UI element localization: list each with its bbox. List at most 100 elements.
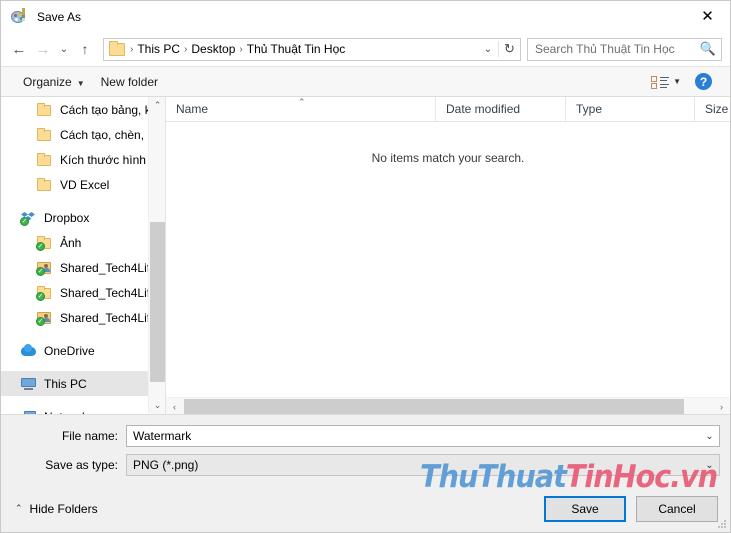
onedrive-icon [21,343,39,358]
shared-folder-icon: ✓ [36,310,55,326]
title-bar: Save As ✕ [1,1,730,32]
file-form-area: File name: Watermark ⌄ Save as type: PNG… [1,414,730,484]
file-list-horizontal-scrollbar[interactable]: ‹ › [166,397,730,414]
file-list-pane: Name ⌃ Date modified Type Size No items … [166,97,730,414]
column-label: Size [705,102,729,116]
new-folder-button[interactable]: New folder [93,71,166,93]
view-dropdown-caret[interactable]: ▼ [673,77,681,86]
column-header-size[interactable]: Size [695,97,730,121]
close-icon: ✕ [701,8,714,25]
save-as-dialog: Save As ✕ ← → ⌄ ↑ › This PC › Desktop › … [0,0,731,533]
breadcrumb-current-folder[interactable]: Thủ Thuật Tin Học [244,42,349,56]
search-icon: 🔍 [699,41,716,56]
folder-icon [37,102,55,117]
folder-tree: Cách tạo bảng, k Cách tạo, chèn, Kích th… [1,97,148,414]
shared-folder-icon: ✓ [36,260,55,276]
sidebar-item-label: Network [44,410,88,415]
sidebar-item-dropbox[interactable]: ✓ Dropbox [1,205,148,230]
folder-sync-icon: ✓ [36,285,55,301]
navigation-pane: Cách tạo bảng, k Cách tạo, chèn, Kích th… [1,97,166,414]
sidebar-item-folder-1[interactable]: Cách tạo bảng, k [1,97,148,122]
sidebar-vertical-scrollbar[interactable]: ⌃ ⌄ [148,97,165,414]
recent-locations-button[interactable]: ⌄ [55,37,73,61]
column-header-name[interactable]: Name ⌃ [166,97,436,121]
horizontal-scroll-thumb[interactable] [184,399,684,414]
search-input[interactable]: Search Thủ Thuật Tin Học [535,42,700,56]
folder-icon [109,40,125,56]
network-icon [21,409,39,414]
folder-icon [37,127,55,142]
sidebar-item-anh[interactable]: ✓ Ảnh [1,230,148,255]
chevron-up-icon: ⌃ [15,503,23,513]
column-header-type[interactable]: Type [566,97,695,121]
breadcrumb-desktop[interactable]: Desktop [188,42,238,56]
file-name-row: File name: Watermark ⌄ [11,425,720,447]
refresh-icon[interactable]: ↻ [498,41,520,57]
scroll-left-icon[interactable]: ‹ [166,398,183,415]
cancel-button[interactable]: Cancel [636,495,718,522]
chevron-down-icon[interactable]: ⌄ [478,44,498,55]
organize-button[interactable]: Organize ▼ [15,71,93,93]
save-as-type-label: Save as type: [45,458,118,472]
address-bar[interactable]: › This PC › Desktop › Thủ Thuật Tin Học … [103,37,521,61]
sidebar-item-folder-2[interactable]: Cách tạo, chèn, [1,122,148,147]
close-button[interactable]: ✕ [685,1,730,32]
help-button[interactable]: ? [695,73,712,90]
search-box[interactable]: Search Thủ Thuật Tin Học 🔍 [527,37,722,61]
sidebar-item-label: OneDrive [44,343,95,358]
scroll-right-icon[interactable]: › [713,398,730,415]
organize-label: Organize [23,74,72,89]
column-label: Name [176,102,209,116]
forward-button[interactable]: → [31,37,55,61]
sidebar-item-onedrive[interactable]: OneDrive [1,338,148,363]
sidebar-item-label: Kích thước hình [60,152,146,167]
folder-icon [37,152,55,167]
sidebar-scroll-thumb[interactable] [150,222,165,382]
change-view-icon[interactable] [651,75,670,89]
empty-state-message: No items match your search. [371,151,525,165]
folder-icon [37,177,55,192]
hide-folders-button[interactable]: ⌃ Hide Folders [15,502,98,516]
dropbox-icon: ✓ [20,210,39,226]
scroll-up-icon[interactable]: ⌃ [149,97,165,114]
sidebar-item-shared-3[interactable]: ✓ Shared_Tech4Lif [1,305,148,330]
sidebar-item-this-pc[interactable]: This PC [1,371,148,396]
command-toolbar: Organize ▼ New folder ▼ ? [1,66,730,97]
this-pc-icon [21,376,39,391]
up-one-level-button[interactable]: ↑ [73,37,97,61]
sidebar-item-folder-3[interactable]: Kích thước hình [1,147,148,172]
breadcrumb-this-pc[interactable]: This PC [134,42,183,56]
sort-ascending-icon: ⌃ [298,97,306,107]
chevron-down-icon[interactable]: ⌄ [700,431,719,442]
sidebar-item-network[interactable]: Network [1,404,148,414]
file-name-label: File name: [61,429,118,443]
scroll-down-icon[interactable]: ⌄ [149,397,165,414]
sidebar-item-label: Dropbox [44,210,90,225]
folder-sync-icon: ✓ [36,235,55,251]
chevron-down-icon[interactable]: ⌄ [700,460,719,471]
navigation-bar: ← → ⌄ ↑ › This PC › Desktop › Thủ Thuật … [1,32,730,66]
sidebar-item-label: Shared_Tech4Lif [60,285,148,300]
paint-palette-icon [11,7,29,26]
sidebar-item-label: Shared_Tech4Lif [60,310,148,325]
file-name-value: Watermark [133,429,192,443]
chevron-down-icon: ▼ [76,78,85,88]
back-button[interactable]: ← [7,37,31,61]
sidebar-item-label: Cách tạo, chèn, [60,127,145,142]
sidebar-item-shared-2[interactable]: ✓ Shared_Tech4Lif [1,280,148,305]
save-as-type-row: Save as type: PNG (*.png) ⌄ [11,454,720,476]
sidebar-item-vd-excel[interactable]: VD Excel [1,172,148,197]
file-list-body[interactable]: No items match your search. [166,122,730,397]
sidebar-item-label: Shared_Tech4Lif [60,260,148,275]
save-as-type-dropdown[interactable]: PNG (*.png) ⌄ [126,454,720,476]
window-title: Save As [37,9,82,24]
sidebar-item-shared-1[interactable]: ✓ Shared_Tech4Lif [1,255,148,280]
column-header-date-modified[interactable]: Date modified [436,97,566,121]
save-button[interactable]: Save [544,495,626,522]
resize-grip[interactable] [717,520,727,530]
dialog-body: Cách tạo bảng, k Cách tạo, chèn, Kích th… [1,97,730,414]
save-as-type-value: PNG (*.png) [133,458,199,472]
file-name-input[interactable]: Watermark ⌄ [126,425,720,447]
column-label: Date modified [446,102,521,116]
column-header-row: Name ⌃ Date modified Type Size [166,97,730,122]
